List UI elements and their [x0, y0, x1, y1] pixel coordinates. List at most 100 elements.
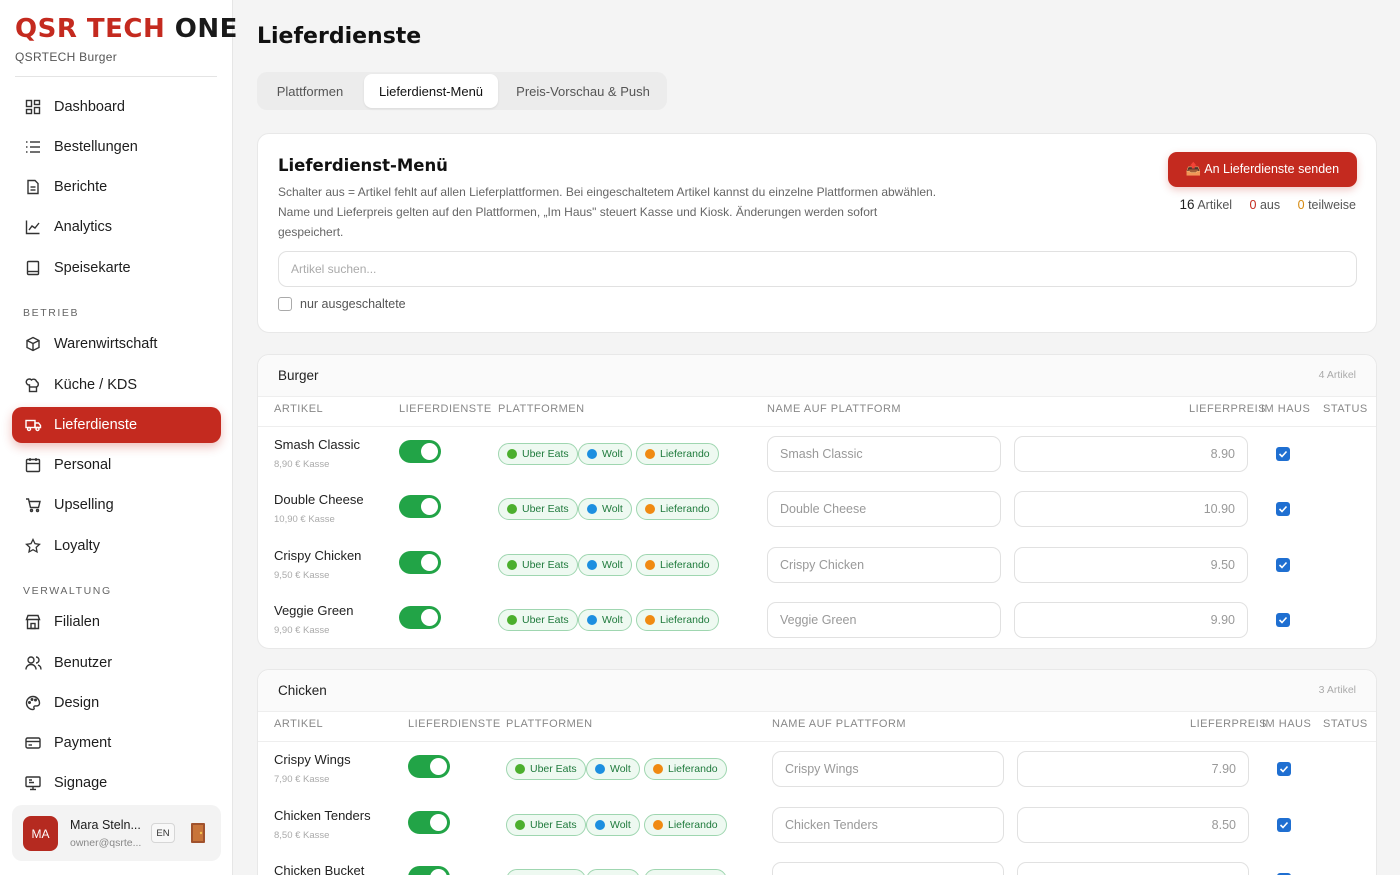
uber-eats-dot-icon	[507, 615, 517, 625]
user-email: owner@qsrte...	[70, 837, 142, 849]
sidebar-item-kueche[interactable]: Küche / KDS	[12, 367, 221, 403]
platform-pill-wolt[interactable]: Wolt	[578, 498, 632, 520]
platform-name-input[interactable]: Crispy Chicken	[767, 547, 1001, 583]
delivery-toggle[interactable]	[399, 551, 441, 574]
column-artikel: ARTIKEL	[274, 403, 324, 415]
store-icon	[24, 613, 42, 631]
column-lieferpreis: LIEFERPREIS	[1189, 403, 1267, 415]
platform-pill-uber-eats[interactable]: Uber Eats	[506, 814, 586, 836]
section-betrieb: BETRIEB	[23, 307, 80, 319]
delivery-price-input[interactable]: 9.90	[1014, 602, 1248, 638]
platform-pill-lieferando[interactable]: Lieferando	[644, 814, 727, 836]
delivery-toggle[interactable]	[399, 440, 441, 463]
section-verwaltung: VERWALTUNG	[23, 585, 112, 597]
platform-pill-lieferando[interactable]: Lieferando	[636, 609, 719, 631]
sidebar-item-design[interactable]: Design	[12, 685, 221, 721]
platform-name-input[interactable]: Smash Classic	[767, 436, 1001, 472]
platform-pill-lieferando[interactable]: Lieferando	[636, 554, 719, 576]
delivery-price-input[interactable]: 7.90	[1017, 751, 1249, 787]
platform-pill-wolt[interactable]: Wolt	[578, 554, 632, 576]
send-to-delivery-button[interactable]: 📤 An Lieferdienste senden	[1168, 152, 1357, 187]
platform-pill-uber-eats[interactable]: Uber Eats	[498, 498, 578, 520]
item-name: Chicken Tenders	[274, 808, 371, 823]
sidebar-item-lieferdienste[interactable]: Lieferdienste	[12, 407, 221, 443]
avatar[interactable]: MA	[23, 816, 58, 851]
tab-lieferdienst-menue[interactable]: Lieferdienst-Menü	[364, 74, 498, 108]
tab-plattformen[interactable]: Plattformen	[261, 74, 359, 108]
sidebar-item-label: Küche / KDS	[54, 377, 138, 393]
platform-name-input[interactable]: Double Cheese	[767, 491, 1001, 527]
page-title: Lieferdienste	[257, 24, 422, 49]
platform-name-input[interactable]	[772, 862, 1004, 875]
calendar-icon	[24, 456, 42, 474]
platform-pill-uber-eats[interactable]: Uber Eats	[498, 554, 578, 576]
logout-door-icon[interactable]	[190, 822, 206, 844]
delivery-price-input[interactable]: 10.90	[1014, 491, 1248, 527]
in-house-checkbox[interactable]	[1276, 613, 1290, 627]
delivery-price-input[interactable]	[1017, 862, 1249, 875]
platform-pill-wolt[interactable]: Wolt	[578, 443, 632, 465]
category-count: 3 Artikel	[1318, 684, 1356, 696]
sidebar-item-berichte[interactable]: Berichte	[12, 169, 221, 205]
platform-pill-lieferando[interactable]: Lieferando	[644, 758, 727, 780]
platform-pill-uber-eats[interactable]: Uber Eats	[506, 758, 586, 780]
category-name: Chicken	[278, 683, 327, 698]
sidebar-item-analytics[interactable]: Analytics	[12, 209, 221, 245]
credit-card-icon	[24, 734, 42, 752]
item-pos-price: 7,90 € Kasse	[274, 774, 330, 785]
delivery-toggle[interactable]	[408, 755, 450, 778]
lieferando-dot-icon	[653, 820, 663, 830]
sidebar-item-personal[interactable]: Personal	[12, 447, 221, 483]
delivery-toggle[interactable]	[408, 811, 450, 834]
sidebar-item-loyalty[interactable]: Loyalty	[12, 528, 221, 564]
platform-pill-lieferando[interactable]: Lieferando	[636, 498, 719, 520]
category-count: 4 Artikel	[1318, 369, 1356, 381]
in-house-checkbox[interactable]	[1276, 558, 1290, 572]
menu-card: Lieferdienst-Menü Schalter aus = Artikel…	[257, 133, 1377, 333]
sidebar-item-upselling[interactable]: Upselling	[12, 487, 221, 523]
sidebar-item-benutzer[interactable]: Benutzer	[12, 645, 221, 681]
platform-pill-uber-eats[interactable]: Uber Eats	[498, 443, 578, 465]
sidebar-item-signage[interactable]: Signage	[12, 765, 221, 801]
divider	[258, 426, 1376, 427]
platform-name-input[interactable]: Veggie Green	[767, 602, 1001, 638]
sidebar-item-warenwirtschaft[interactable]: Warenwirtschaft	[12, 326, 221, 362]
delivery-toggle[interactable]	[408, 866, 450, 875]
search-input[interactable]	[278, 251, 1357, 287]
language-button[interactable]: EN	[151, 823, 175, 843]
sidebar-item-dashboard[interactable]: Dashboard	[12, 89, 221, 125]
platform-name-input[interactable]: Chicken Tenders	[772, 807, 1004, 843]
lieferando-dot-icon	[645, 449, 655, 459]
in-house-checkbox[interactable]	[1277, 762, 1291, 776]
sidebar-item-filialen[interactable]: Filialen	[12, 604, 221, 640]
sidebar-item-bestellungen[interactable]: Bestellungen	[12, 129, 221, 165]
delivery-price-input[interactable]: 8.90	[1014, 436, 1248, 472]
uber-eats-dot-icon	[515, 820, 525, 830]
in-house-checkbox[interactable]	[1276, 447, 1290, 461]
wolt-dot-icon	[595, 764, 605, 774]
platform-name-input[interactable]: Crispy Wings	[772, 751, 1004, 787]
platform-pill-wolt[interactable]: Wolt	[586, 869, 640, 875]
platform-pill-lieferando[interactable]: Lieferando	[644, 869, 727, 875]
platform-pill-lieferando[interactable]: Lieferando	[636, 443, 719, 465]
platform-pill-uber-eats[interactable]: Uber Eats	[498, 609, 578, 631]
delivery-price-input[interactable]: 9.50	[1014, 547, 1248, 583]
item-stats: 16 Artikel 0 aus 0 teilweise	[1180, 197, 1357, 212]
sidebar-item-payment[interactable]: Payment	[12, 725, 221, 761]
platform-pill-wolt[interactable]: Wolt	[586, 758, 640, 780]
tab-preis-vorschau[interactable]: Preis-Vorschau & Push	[503, 74, 663, 108]
brand-logo: QSR TECH ONE	[15, 14, 238, 44]
filter-off-only[interactable]: nur ausgeschaltete	[278, 297, 406, 311]
platform-pill-wolt[interactable]: Wolt	[578, 609, 632, 631]
sidebar-item-speisekarte[interactable]: Speisekarte	[12, 250, 221, 286]
delivery-toggle[interactable]	[399, 495, 441, 518]
item-pos-price: 8,50 € Kasse	[274, 830, 330, 841]
in-house-checkbox[interactable]	[1276, 502, 1290, 516]
in-house-checkbox[interactable]	[1277, 818, 1291, 832]
filter-checkbox[interactable]	[278, 297, 292, 311]
platform-pill-wolt[interactable]: Wolt	[586, 814, 640, 836]
delivery-price-input[interactable]: 8.50	[1017, 807, 1249, 843]
delivery-toggle[interactable]	[399, 606, 441, 629]
platform-pill-uber-eats[interactable]: Uber Eats	[506, 869, 586, 875]
category-header: Burger 4 Artikel	[258, 355, 1376, 397]
